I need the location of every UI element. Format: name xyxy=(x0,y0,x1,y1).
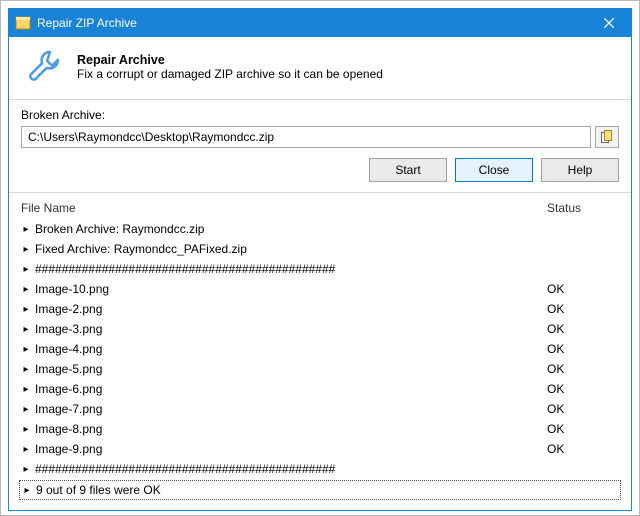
window-title: Repair ZIP Archive xyxy=(37,16,587,30)
expand-icon xyxy=(19,284,33,295)
list-item[interactable]: Image-8.pngOK xyxy=(19,419,621,439)
list-item[interactable]: Image-5.pngOK xyxy=(19,359,621,379)
start-button[interactable]: Start xyxy=(369,158,447,182)
expand-icon xyxy=(19,264,33,275)
header: Repair Archive Fix a corrupt or damaged … xyxy=(9,37,631,100)
list-item[interactable]: Broken Archive: Raymondcc.zip xyxy=(19,219,621,239)
button-row: Start Close Help xyxy=(21,158,619,182)
list-item[interactable]: Image-2.pngOK xyxy=(19,299,621,319)
archive-path-section: Broken Archive: Start Close Help xyxy=(9,100,631,193)
expand-icon xyxy=(19,404,33,415)
list-item[interactable]: Fixed Archive: Raymondcc_PAFixed.zip xyxy=(19,239,621,259)
summary-row[interactable]: 9 out of 9 files were OK xyxy=(19,480,621,500)
file-status: OK xyxy=(541,422,621,436)
file-status: OK xyxy=(541,302,621,316)
file-name: Image-10.png xyxy=(33,282,541,296)
file-name: Image-6.png xyxy=(33,382,541,396)
expand-icon xyxy=(19,384,33,395)
file-name: ########################################… xyxy=(33,462,541,476)
list-item[interactable]: Image-4.pngOK xyxy=(19,339,621,359)
list-item[interactable]: ########################################… xyxy=(19,259,621,279)
list-header: File Name Status xyxy=(19,199,621,219)
help-button[interactable]: Help xyxy=(541,158,619,182)
file-name: Image-2.png xyxy=(33,302,541,316)
close-window-button[interactable] xyxy=(587,9,631,37)
expand-icon xyxy=(19,304,33,315)
expand-icon xyxy=(19,364,33,375)
file-name: Image-7.png xyxy=(33,402,541,416)
file-name: Broken Archive: Raymondcc.zip xyxy=(33,222,541,236)
wrench-icon xyxy=(23,45,67,89)
list-item[interactable]: ########################################… xyxy=(19,459,621,479)
file-name: Image-8.png xyxy=(33,422,541,436)
header-description: Fix a corrupt or damaged ZIP archive so … xyxy=(77,67,383,81)
outer-frame: Repair ZIP Archive Repair Archive Fix a … xyxy=(0,0,640,516)
list-item[interactable]: Image-3.pngOK xyxy=(19,319,621,339)
close-button[interactable]: Close xyxy=(455,158,533,182)
expand-icon xyxy=(19,324,33,335)
expand-icon xyxy=(19,224,33,235)
header-text: Repair Archive Fix a corrupt or damaged … xyxy=(77,53,383,81)
file-name: Image-4.png xyxy=(33,342,541,356)
list-item[interactable]: Image-7.pngOK xyxy=(19,399,621,419)
header-title: Repair Archive xyxy=(77,53,383,67)
broken-archive-label: Broken Archive: xyxy=(21,108,619,122)
expand-icon xyxy=(19,344,33,355)
file-status: OK xyxy=(541,282,621,296)
expand-icon xyxy=(19,444,33,455)
file-name: Image-5.png xyxy=(33,362,541,376)
archive-path-input[interactable] xyxy=(21,126,591,148)
path-row xyxy=(21,126,619,148)
file-name: Image-9.png xyxy=(33,442,541,456)
file-status: OK xyxy=(541,382,621,396)
expand-icon xyxy=(20,485,34,496)
list-item[interactable]: Image-6.pngOK xyxy=(19,379,621,399)
titlebar: Repair ZIP Archive xyxy=(9,9,631,37)
file-status: OK xyxy=(541,322,621,336)
file-name: Image-3.png xyxy=(33,322,541,336)
app-icon xyxy=(15,15,31,31)
expand-icon xyxy=(19,464,33,475)
browse-icon xyxy=(601,130,613,144)
summary-text: 9 out of 9 files were OK xyxy=(34,483,540,497)
col-header-status[interactable]: Status xyxy=(541,201,621,215)
file-status: OK xyxy=(541,342,621,356)
close-icon xyxy=(604,18,614,28)
list-item[interactable]: Image-10.pngOK xyxy=(19,279,621,299)
file-status: OK xyxy=(541,442,621,456)
file-name: Fixed Archive: Raymondcc_PAFixed.zip xyxy=(33,242,541,256)
col-header-file[interactable]: File Name xyxy=(19,201,541,215)
expand-icon xyxy=(19,244,33,255)
file-list-area: File Name Status Broken Archive: Raymond… xyxy=(9,193,631,510)
file-status: OK xyxy=(541,362,621,376)
browse-button[interactable] xyxy=(595,126,619,148)
file-name: ########################################… xyxy=(33,262,541,276)
expand-icon xyxy=(19,424,33,435)
window: Repair ZIP Archive Repair Archive Fix a … xyxy=(8,8,632,511)
list-body: Broken Archive: Raymondcc.zip Fixed Archi… xyxy=(19,219,621,500)
list-item[interactable]: Image-9.pngOK xyxy=(19,439,621,459)
file-status: OK xyxy=(541,402,621,416)
